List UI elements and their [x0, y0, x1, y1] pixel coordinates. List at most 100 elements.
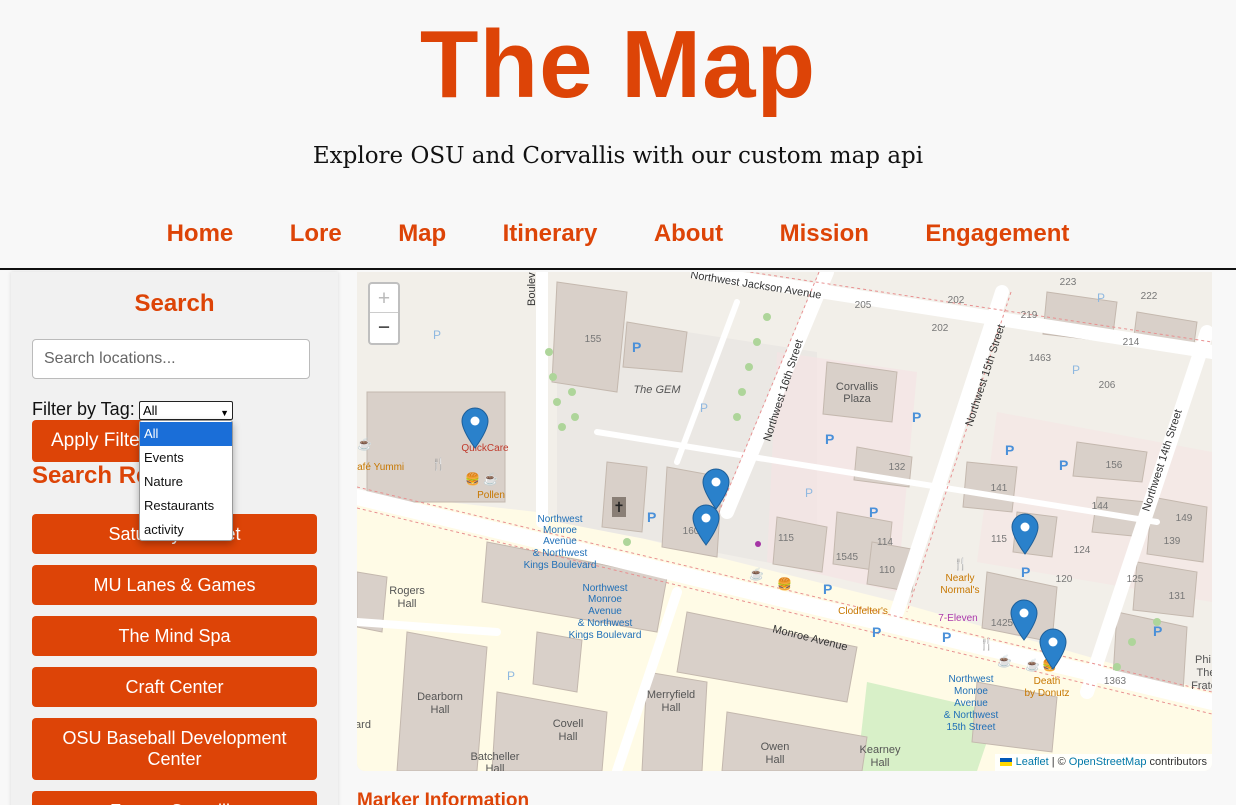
house-number: 125 [1127, 574, 1144, 585]
label-batcheller-hall: Batcheller [471, 751, 520, 763]
svg-text:P: P [805, 486, 813, 500]
svg-text:P: P [647, 509, 656, 525]
label-quickcare: QuickCare [461, 443, 509, 454]
house-number: 156 [1106, 460, 1123, 471]
svg-text:Northwest: Northwest [948, 674, 993, 685]
label-the: The [1197, 667, 1212, 679]
tag-option-all[interactable]: All [140, 422, 232, 446]
zoom-out-button[interactable]: − [370, 313, 398, 342]
map-tiles[interactable]: PPP PPP PPP PPP PPP PPP Northwest Jackso… [357, 272, 1212, 771]
label-covell-hall-2: Hall [559, 731, 578, 743]
nav-engagement[interactable]: Engagement [925, 220, 1069, 248]
nav-lore[interactable]: Lore [290, 220, 342, 248]
ukraine-flag-icon [999, 758, 1012, 767]
label-merryfield-hall-2: Hall [662, 702, 681, 714]
zoom-in-button[interactable]: + [370, 284, 398, 313]
label-clodfelters: Clodfelter's [838, 606, 888, 617]
house-number: 206 [1099, 380, 1116, 391]
label-covell-hall: Covell [553, 718, 584, 730]
house-number: 124 [1074, 545, 1091, 556]
svg-text:🍴: 🍴 [953, 557, 968, 571]
label-nearly-normals-2: Normal's [940, 585, 979, 596]
svg-text:🍴: 🍴 [431, 457, 446, 471]
label-boulevard: Boulevard [526, 272, 538, 306]
svg-text:P: P [912, 409, 921, 425]
label-frat: Frate [1191, 680, 1212, 692]
house-number: 205 [855, 300, 872, 311]
result-craft-center[interactable]: Craft Center [32, 667, 317, 707]
zoom-control: + − [368, 282, 400, 345]
tag-filter-dropdown: All Events Nature Restaurants activity [139, 420, 233, 541]
svg-text:🍴: 🍴 [979, 637, 994, 651]
house-number: 114 [877, 537, 893, 548]
house-number: 139 [1164, 536, 1181, 547]
label-the-gem: The GEM [633, 384, 681, 396]
house-number: 110 [879, 565, 895, 576]
svg-text:P: P [700, 401, 708, 415]
svg-text:Kings Boulevard: Kings Boulevard [524, 560, 597, 571]
svg-text:Avenue: Avenue [588, 606, 622, 617]
house-number: 202 [932, 323, 949, 334]
svg-text:Avenue: Avenue [954, 698, 988, 709]
house-number: 115 [991, 534, 1007, 545]
tag-option-activity[interactable]: activity [140, 518, 232, 542]
nav-about[interactable]: About [654, 220, 723, 248]
label-rogers-hall-2: Hall [398, 598, 417, 610]
house-number: 223 [1060, 277, 1077, 288]
search-heading: Search [134, 290, 215, 317]
search-input[interactable] [32, 339, 310, 379]
svg-text:☕: ☕ [997, 653, 1012, 668]
label-7-eleven: 7-Eleven [938, 613, 977, 624]
svg-text:P: P [1005, 442, 1014, 458]
nav-itinerary[interactable]: Itinerary [503, 220, 598, 248]
svg-text:✝: ✝ [613, 499, 625, 515]
house-number: 1545 [836, 552, 859, 563]
svg-text:& Northwest: & Northwest [533, 548, 588, 559]
osm-link[interactable]: OpenStreetMap [1069, 756, 1147, 768]
nav-mission[interactable]: Mission [780, 220, 869, 248]
result-mind-spa[interactable]: The Mind Spa [32, 616, 317, 656]
svg-text:& Northwest: & Northwest [944, 710, 999, 721]
house-number: 222 [1141, 291, 1158, 302]
tag-filter-select[interactable]: All ▼ [139, 401, 233, 420]
label-rogers-hall: Rogers [389, 585, 425, 597]
label-death-by-donutz: Death [1034, 676, 1061, 687]
label-owen-hall: Owen [761, 741, 790, 753]
result-mu-lanes[interactable]: MU Lanes & Games [32, 565, 317, 605]
label-kearney-hall-2: Hall [871, 757, 890, 769]
svg-text:& Northwest: & Northwest [578, 618, 633, 629]
svg-text:P: P [823, 581, 832, 597]
label-corvallis-plaza: Corvallis [836, 381, 879, 393]
map-view[interactable]: PPP PPP PPP PPP PPP PPP Northwest Jackso… [357, 272, 1212, 771]
svg-text:P: P [869, 504, 878, 520]
svg-text:P: P [632, 339, 641, 355]
site-subtitle: Explore OSU and Corvallis with our custo… [312, 143, 924, 169]
house-number: 1425 [991, 618, 1014, 629]
result-osu-baseball[interactable]: OSU Baseball Development Center [32, 718, 317, 780]
nav-home[interactable]: Home [167, 220, 234, 248]
nav-map[interactable]: Map [398, 220, 446, 248]
svg-text:P: P [1097, 291, 1105, 305]
result-fresco[interactable]: Fresco Corvallis [32, 791, 317, 805]
label-dearborn-hall: Dearborn [417, 691, 463, 703]
tag-option-events[interactable]: Events [140, 446, 232, 470]
site-title: The Map [419, 11, 817, 118]
label-kearney-hall: Kearney [860, 744, 901, 756]
marker-information-heading: Marker Information [357, 790, 530, 805]
site-header: The Map Explore OSU and Corvallis with o… [0, 0, 1236, 270]
label-phi: Phi [1195, 654, 1211, 666]
svg-text:P: P [433, 328, 441, 342]
label-corvallis-plaza-2: Plaza [843, 393, 871, 405]
label-cafe-yummi: Café Yummi [357, 462, 404, 473]
attribution-contributors: contributors [1149, 756, 1207, 768]
tag-option-nature[interactable]: Nature [140, 470, 232, 494]
tag-option-restaurants[interactable]: Restaurants [140, 494, 232, 518]
svg-text:☕: ☕ [357, 436, 372, 451]
tag-filter-value: All [143, 403, 158, 418]
house-number: 144 [1092, 501, 1109, 512]
house-number: 141 [991, 483, 1008, 494]
label-merryfield-hall: Merryfield [647, 689, 695, 701]
house-number: 214 [1123, 337, 1140, 348]
house-number: 132 [889, 462, 906, 473]
leaflet-link[interactable]: Leaflet [1016, 756, 1049, 768]
